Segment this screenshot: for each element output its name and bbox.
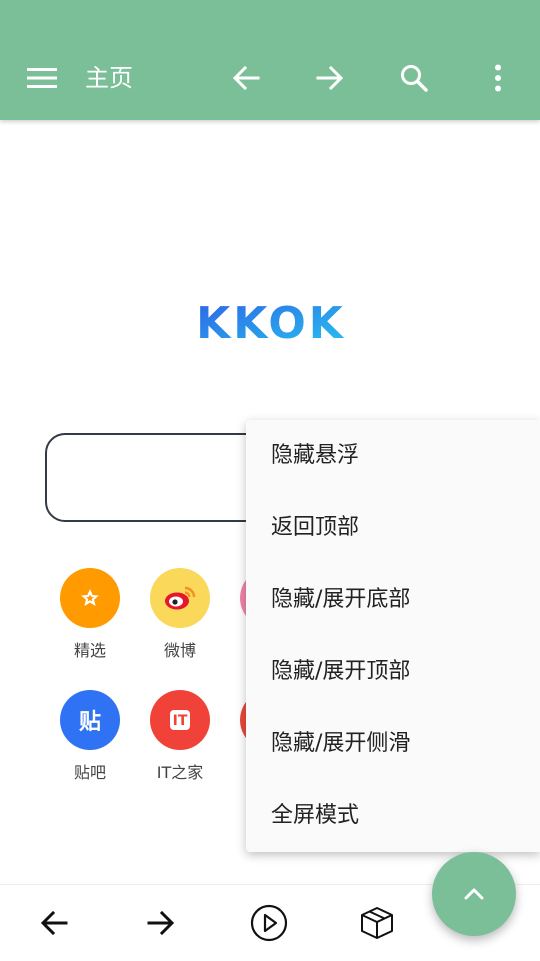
forward-button[interactable] <box>308 56 352 100</box>
chevron-up-icon <box>464 888 484 900</box>
menu-icon <box>27 68 57 88</box>
page-title: 主页 <box>85 64 133 92</box>
box-button[interactable] <box>353 899 401 947</box>
weibo-icon <box>165 586 196 610</box>
more-button[interactable] <box>476 56 520 100</box>
bottom-back-button[interactable] <box>30 899 78 947</box>
box-icon <box>361 907 393 939</box>
app-bar: 主页 <box>0 0 540 120</box>
back-button[interactable] <box>224 56 268 100</box>
shortcut-label: 微博 <box>163 641 196 660</box>
tieba-icon: 贴 <box>78 710 101 735</box>
shortcut-circle: 贴 <box>60 690 120 750</box>
more-vert-icon <box>495 64 501 92</box>
forward-arrow-icon <box>147 910 175 936</box>
shortcut-label: 精选 <box>73 641 106 660</box>
shortcut-circle: IT <box>150 690 210 750</box>
play-button[interactable] <box>245 899 293 947</box>
shortcut-label: IT之家 <box>156 763 204 782</box>
star-icon <box>81 589 99 606</box>
ithome-icon: IT <box>169 710 191 730</box>
search-button[interactable] <box>392 56 436 100</box>
menu-item-back-to-top[interactable]: 返回顶部 <box>246 492 540 564</box>
shortcut-circle <box>60 568 120 628</box>
bottom-forward-button[interactable] <box>137 899 185 947</box>
scroll-top-fab[interactable] <box>432 852 516 936</box>
search-icon <box>401 65 428 92</box>
back-arrow-icon <box>40 910 68 936</box>
back-arrow-icon <box>232 65 260 91</box>
menu-item-hide-float[interactable]: 隐藏悬浮 <box>246 420 540 492</box>
logo-text: KKOK <box>196 298 346 349</box>
kkok-logo: KKOK <box>196 298 346 349</box>
overflow-menu: 隐藏悬浮 返回顶部 隐藏/展开底部 隐藏/展开顶部 隐藏/展开侧滑 全屏模式 <box>246 420 540 852</box>
shortcut-ithome[interactable]: IT IT之家 <box>140 690 220 783</box>
menu-item-toggle-bottom[interactable]: 隐藏/展开底部 <box>246 564 540 636</box>
menu-item-toggle-top[interactable]: 隐藏/展开顶部 <box>246 636 540 708</box>
menu-item-toggle-side[interactable]: 隐藏/展开侧滑 <box>246 708 540 780</box>
play-circle-icon <box>250 904 288 942</box>
shortcut-jingxuan[interactable]: 精选 <box>50 568 130 661</box>
ithome-glyph: IT <box>172 713 188 729</box>
shortcut-label: 贴吧 <box>73 763 106 782</box>
shortcut-weibo[interactable]: 微博 <box>140 568 220 661</box>
shortcut-circle <box>150 568 210 628</box>
shortcut-tieba[interactable]: 贴 贴吧 <box>50 690 130 783</box>
menu-button[interactable] <box>20 56 64 100</box>
forward-arrow-icon <box>316 65 344 91</box>
menu-item-fullscreen[interactable]: 全屏模式 <box>246 780 540 852</box>
